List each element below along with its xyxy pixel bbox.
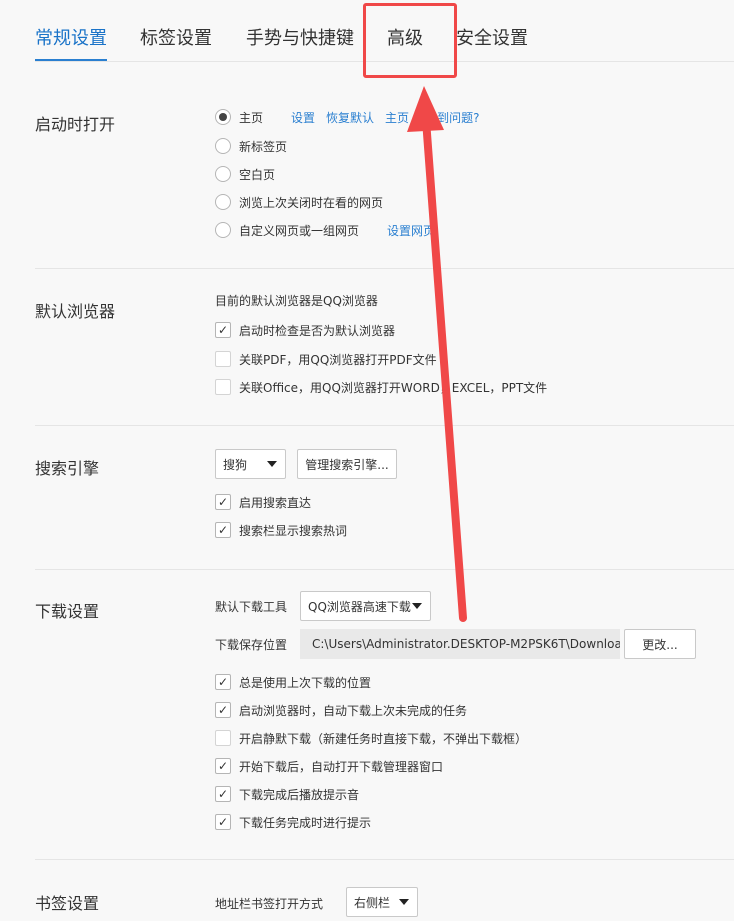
annotation-arrow-icon (407, 86, 467, 622)
